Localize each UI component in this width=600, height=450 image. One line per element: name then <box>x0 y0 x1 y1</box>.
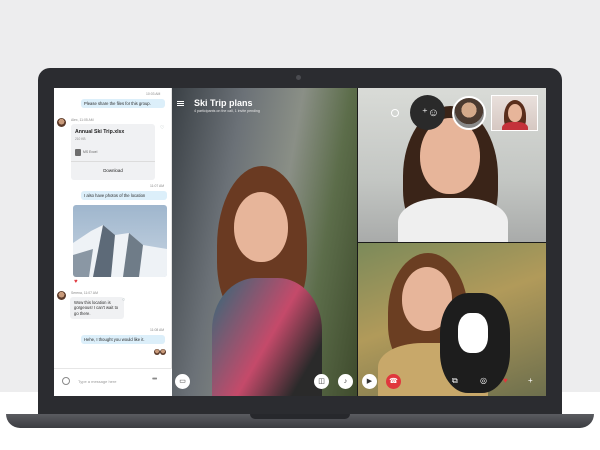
plus-icon[interactable]: + <box>528 376 533 385</box>
call-subtitle: 4 participants on the call, 1 invite pen… <box>194 109 260 113</box>
add-participant-button[interactable]: ⁺☺ <box>410 95 445 130</box>
mute-button[interactable]: ♪ <box>338 374 353 389</box>
chat-bubble-icon: ▭ <box>179 378 186 385</box>
self-shirt <box>502 122 528 130</box>
hamburger-icon[interactable] <box>177 101 184 106</box>
call-overlay: Ski Trip plans 4 participants on the cal… <box>54 88 546 396</box>
self-face <box>508 104 522 122</box>
camera-icon: ◫ <box>318 378 325 385</box>
webcam <box>296 75 301 80</box>
camera-button[interactable]: ◫ <box>314 374 329 389</box>
end-call-button[interactable]: ☎ <box>386 374 401 389</box>
add-person-icon: ⁺☺ <box>422 107 440 119</box>
screen-share-icon[interactable]: ⧉ <box>452 376 458 386</box>
hangup-icon: ☎ <box>389 378 398 385</box>
heart-icon[interactable]: ♥ <box>503 376 508 385</box>
self-view[interactable] <box>491 95 538 131</box>
participant-thumbnail[interactable] <box>452 96 486 130</box>
video-icon: ▶ <box>366 378 373 385</box>
microphone-icon: ♪ <box>343 378 348 385</box>
call-title: Ski Trip plans <box>194 98 253 108</box>
gear-icon[interactable] <box>391 109 399 117</box>
video-button[interactable]: ▶ <box>362 374 377 389</box>
record-icon[interactable]: ◎ <box>480 376 487 385</box>
laptop-notch <box>250 414 350 419</box>
chat-toggle-button[interactable]: ▭ <box>175 374 190 389</box>
